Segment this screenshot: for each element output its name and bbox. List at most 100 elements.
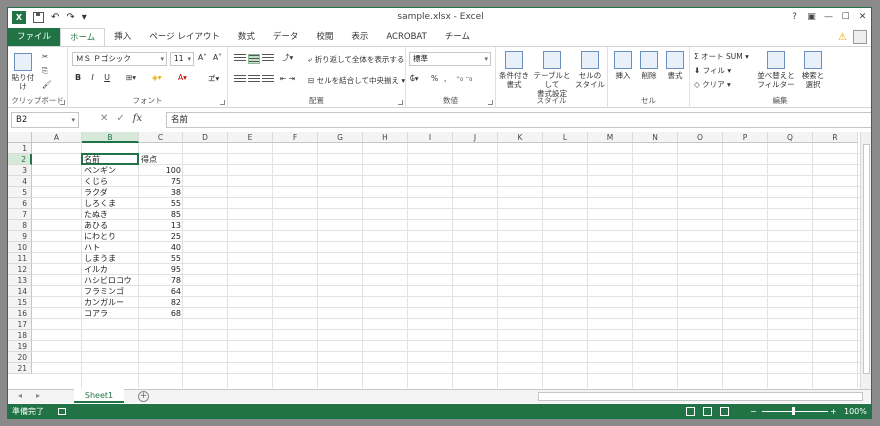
row-header[interactable]: 20 bbox=[8, 352, 32, 363]
align-top-icon[interactable] bbox=[234, 54, 246, 64]
cell-styles-button[interactable]: セルの スタイル bbox=[574, 51, 606, 89]
copy-icon[interactable]: ⎘ bbox=[42, 66, 48, 76]
zoom-level[interactable]: 100% bbox=[844, 404, 867, 418]
cancel-icon[interactable]: ✕ bbox=[100, 113, 108, 124]
insert-cells-button[interactable]: 挿入 bbox=[610, 51, 636, 80]
help-button[interactable]: ? bbox=[786, 10, 803, 24]
cut-icon[interactable]: ✂ bbox=[42, 52, 48, 61]
format-as-table-button[interactable]: テーブルとして 書式設定 bbox=[530, 51, 574, 98]
cell[interactable]: コアラ bbox=[82, 308, 139, 319]
column-header[interactable]: P bbox=[723, 132, 768, 143]
cell[interactable]: しまうま bbox=[82, 253, 139, 264]
row-header[interactable]: 2 bbox=[8, 154, 32, 165]
fill-button[interactable]: ⬇ フィル ▾ bbox=[694, 65, 731, 76]
column-header[interactable]: H bbox=[363, 132, 408, 143]
italic-button[interactable]: I bbox=[87, 73, 99, 82]
column-header[interactable]: F bbox=[273, 132, 318, 143]
row-header[interactable]: 6 bbox=[8, 198, 32, 209]
vertical-scroll-thumb[interactable] bbox=[863, 144, 870, 374]
column-header[interactable]: E bbox=[228, 132, 273, 143]
page-break-view-icon[interactable] bbox=[720, 407, 729, 416]
cell[interactable]: 55 bbox=[139, 253, 183, 264]
row-header[interactable]: 4 bbox=[8, 176, 32, 187]
ribbon-display-button[interactable]: ▣ bbox=[803, 10, 820, 24]
row-header[interactable]: 16 bbox=[8, 308, 32, 319]
align-center-icon[interactable] bbox=[248, 75, 260, 85]
grow-font-button[interactable]: A˄ bbox=[198, 53, 207, 62]
cell[interactable]: ラクダ bbox=[82, 187, 139, 198]
sort-filter-button[interactable]: 並べ替えと フィルター bbox=[756, 51, 796, 89]
zoom-out-button[interactable]: − bbox=[750, 404, 757, 418]
comma-button[interactable]: , bbox=[444, 74, 446, 83]
column-header[interactable]: D bbox=[183, 132, 228, 143]
select-all-corner[interactable] bbox=[8, 132, 32, 143]
zoom-slider-knob[interactable] bbox=[792, 407, 795, 415]
currency-button[interactable]: ₲▾ bbox=[410, 74, 419, 83]
tab-formulas[interactable]: 数式 bbox=[229, 28, 264, 47]
wrap-text-button[interactable]: ⤶ 折り返して全体を表示する bbox=[308, 54, 404, 65]
underline-button[interactable]: U bbox=[101, 73, 113, 82]
close-button[interactable]: ✕ bbox=[854, 10, 871, 24]
column-header[interactable]: M bbox=[588, 132, 633, 143]
borders-icon[interactable]: ⊞▾ bbox=[126, 73, 136, 82]
row-header[interactable]: 15 bbox=[8, 297, 32, 308]
zoom-in-button[interactable]: + bbox=[830, 404, 837, 418]
font-color-icon[interactable]: A▾ bbox=[178, 73, 187, 82]
column-header[interactable]: G bbox=[318, 132, 363, 143]
percent-button[interactable]: % bbox=[431, 74, 438, 83]
minimize-button[interactable]: — bbox=[820, 10, 837, 24]
tab-review[interactable]: 校閲 bbox=[307, 28, 342, 47]
row-header[interactable]: 13 bbox=[8, 275, 32, 286]
warning-icon[interactable]: ⚠ bbox=[838, 32, 847, 43]
column-header[interactable]: K bbox=[498, 132, 543, 143]
cell-area[interactable]: 名前 得点 ペンギン 100 くじら 75 ラクダ 38 しろくま 55 たぬき 85 あひる 13 にわと… bbox=[32, 143, 871, 388]
format-cells-button[interactable]: 書式 bbox=[662, 51, 688, 80]
tab-home[interactable]: ホーム bbox=[60, 28, 106, 47]
maximize-button[interactable]: ☐ bbox=[837, 10, 854, 24]
cell[interactable]: ペンギン bbox=[82, 165, 139, 176]
sheet-tab-sheet1[interactable]: Sheet1 bbox=[74, 389, 124, 403]
add-sheet-icon[interactable]: + bbox=[138, 391, 149, 402]
cell[interactable]: あひる bbox=[82, 220, 139, 231]
cell[interactable]: 82 bbox=[139, 297, 183, 308]
cell[interactable]: ハト bbox=[82, 242, 139, 253]
row-header[interactable]: 18 bbox=[8, 330, 32, 341]
cell[interactable]: イルカ bbox=[82, 264, 139, 275]
row-header[interactable]: 21 bbox=[8, 363, 32, 374]
macro-record-icon[interactable] bbox=[58, 408, 66, 415]
cell[interactable]: 68 bbox=[139, 308, 183, 319]
shrink-font-button[interactable]: A˅ bbox=[213, 53, 222, 62]
tab-file[interactable]: ファイル bbox=[8, 28, 61, 47]
phonetic-icon[interactable]: ヹ▾ bbox=[208, 73, 219, 84]
merge-center-button[interactable]: ⊟ セルを結合して中央揃え ▾ bbox=[308, 75, 405, 86]
cell[interactable]: カンガルー bbox=[82, 297, 139, 308]
vertical-scrollbar[interactable] bbox=[860, 132, 871, 390]
tab-acrobat[interactable]: ACROBAT bbox=[377, 28, 435, 47]
column-header[interactable]: C bbox=[139, 132, 183, 143]
column-header[interactable]: I bbox=[408, 132, 453, 143]
cell[interactable]: 13 bbox=[139, 220, 183, 231]
enter-icon[interactable]: ✓ bbox=[116, 113, 124, 124]
align-right-icon[interactable] bbox=[262, 75, 274, 85]
cell[interactable]: フラミンゴ bbox=[82, 286, 139, 297]
row-header[interactable]: 5 bbox=[8, 187, 32, 198]
tab-team[interactable]: チーム bbox=[436, 28, 479, 47]
next-sheet-icon[interactable]: ▸ bbox=[36, 391, 40, 400]
decimal-icons[interactable]: ⁺₀ ⁻₀ bbox=[456, 74, 472, 83]
column-header[interactable]: Q bbox=[768, 132, 813, 143]
cell[interactable]: 得点 bbox=[139, 154, 183, 165]
normal-view-icon[interactable] bbox=[686, 407, 695, 416]
find-select-button[interactable]: 検索と 選択 bbox=[798, 51, 828, 89]
number-format-select[interactable]: 標準 bbox=[409, 52, 491, 66]
worksheet-grid[interactable]: 名前 得点 ペンギン 100 くじら 75 ラクダ 38 しろくま 55 たぬき 85 あひる 13 にわと… bbox=[8, 132, 871, 388]
row-header[interactable]: 17 bbox=[8, 319, 32, 330]
orientation-icon[interactable]: ⤴▾ bbox=[282, 52, 293, 63]
font-size-select[interactable]: 11 bbox=[170, 52, 194, 66]
row-header[interactable]: 11 bbox=[8, 253, 32, 264]
align-left-icon[interactable] bbox=[234, 75, 246, 85]
row-header[interactable]: 9 bbox=[8, 231, 32, 242]
prev-sheet-icon[interactable]: ◂ bbox=[18, 391, 22, 400]
column-header[interactable]: L bbox=[543, 132, 588, 143]
row-header[interactable]: 12 bbox=[8, 264, 32, 275]
font-name-select[interactable]: ＭＳ Ｐゴシック bbox=[72, 52, 167, 66]
